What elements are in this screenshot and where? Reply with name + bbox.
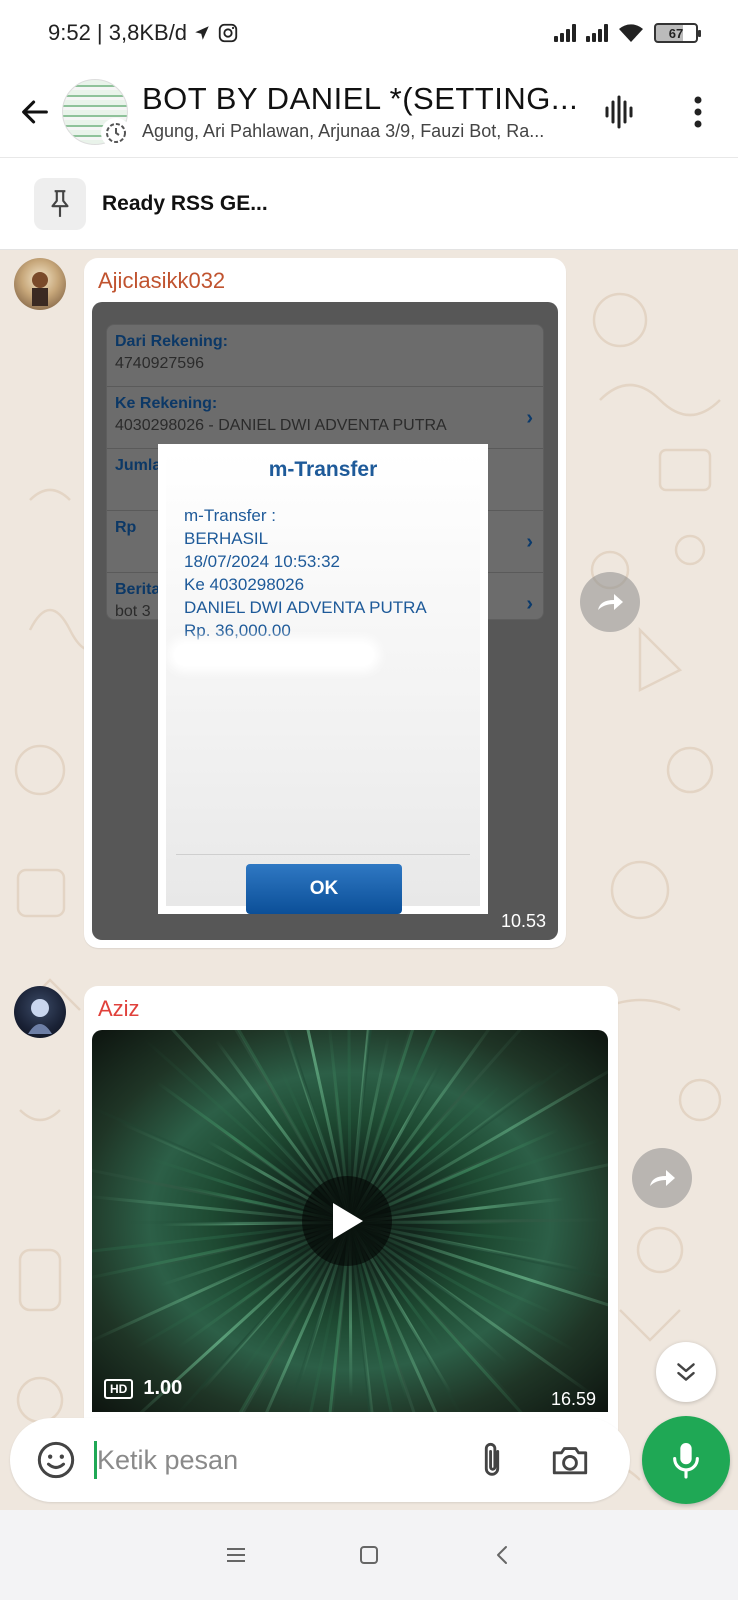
microphone-icon — [673, 1443, 699, 1479]
more-vertical-icon — [694, 96, 702, 127]
message-time: 16.59 — [550, 1389, 596, 1409]
play-icon — [333, 1203, 363, 1239]
message-bubble[interactable]: Aziz HD 1.00 16.59 — [84, 986, 618, 1466]
voice-chat-button[interactable] — [596, 88, 644, 136]
dialog-title: m-Transfer — [268, 458, 378, 481]
chat-area[interactable]: Ajiclasikk032 Dari Rekening: 4740927596 … — [0, 250, 738, 1510]
chevron-left-icon — [496, 1546, 507, 1564]
voice-record-button[interactable] — [642, 1416, 730, 1504]
status-time: 9:52 | 3,8KB/d — [48, 20, 188, 45]
camera-button[interactable] — [545, 1435, 595, 1485]
message-sender: Ajiclasikk032 — [98, 268, 226, 293]
divider — [176, 854, 470, 855]
forward-button[interactable] — [580, 572, 640, 632]
back-button[interactable] — [10, 87, 60, 137]
double-chevron-down-icon — [677, 1363, 695, 1381]
bank-row: Ke Rekening: 4030298026 - DANIEL DWI ADV… — [107, 387, 543, 449]
battery-icon: 67 — [654, 23, 701, 43]
pin-icon — [34, 177, 86, 230]
pinned-message-banner[interactable]: Ready RSS GE... — [0, 158, 738, 250]
signal-icon — [586, 24, 608, 42]
scroll-to-bottom-button[interactable] — [656, 1342, 716, 1402]
location-arrow-icon — [195, 26, 209, 40]
emoji-icon — [37, 1441, 75, 1479]
chevron-right-icon: › — [526, 531, 533, 553]
menu-nav-button[interactable] — [216, 1535, 256, 1575]
forward-icon — [598, 594, 623, 610]
disappearing-timer-icon — [101, 117, 131, 148]
group-members: Agung, Ari Pahlawan, Arjunaa 3/9, Fauzi … — [142, 121, 545, 141]
group-name: BOT BY DANIEL *(SETTING... — [142, 81, 579, 116]
sender-avatar[interactable] — [14, 258, 66, 310]
transfer-dialog: m-Transfer m-Transfer : BERHASIL 18/07/2… — [158, 444, 488, 914]
image-attachment[interactable]: Dari Rekening: 4740927596 Ke Rekening: 4… — [92, 302, 558, 940]
message-input[interactable] — [97, 1444, 467, 1476]
message-time: 10.53 — [500, 911, 546, 931]
home-nav-button[interactable] — [349, 1535, 389, 1575]
hd-badge: HD — [104, 1378, 134, 1399]
bank-row: Dari Rekening: 4740927596 — [107, 325, 543, 387]
group-avatar[interactable] — [62, 78, 131, 148]
video-streak — [349, 1062, 608, 1224]
play-button[interactable] — [302, 1176, 392, 1266]
emoji-button[interactable] — [26, 1430, 86, 1490]
message-bubble[interactable]: Ajiclasikk032 Dari Rekening: 4740927596 … — [84, 258, 566, 948]
camera-icon — [552, 1447, 588, 1475]
forward-icon — [650, 1170, 675, 1186]
arrow-left-icon — [22, 100, 48, 123]
paperclip-icon — [484, 1442, 500, 1476]
status-bar: 9:52 | 3,8KB/d 67 — [0, 0, 738, 66]
chevron-right-icon: › — [526, 407, 533, 429]
signal-icon — [554, 24, 576, 42]
video-info: HD 1.00 — [104, 1377, 182, 1400]
dialog-line: m-Transfer : — [184, 506, 276, 525]
dialog-line: Rp. 36,000.00 — [184, 621, 291, 640]
audio-wave-icon — [605, 95, 633, 128]
redacted-blur — [174, 644, 374, 666]
wifi-icon — [619, 24, 643, 42]
more-options-button[interactable] — [674, 88, 722, 136]
ok-button: OK — [246, 864, 402, 914]
back-nav-button[interactable] — [482, 1535, 522, 1575]
dialog-line: Ke 4030298026 — [184, 575, 305, 594]
attach-button[interactable] — [467, 1435, 517, 1485]
video-attachment[interactable]: HD 1.00 16.59 — [92, 1030, 608, 1412]
message-sender: Aziz — [98, 996, 140, 1021]
forward-button[interactable] — [632, 1148, 692, 1208]
chevron-right-icon: › — [526, 593, 533, 615]
menu-icon — [227, 1548, 246, 1562]
dialog-line: 18/07/2024 10:53:32 — [184, 552, 340, 571]
chat-header-info[interactable]: BOT BY DANIEL *(SETTING... Agung, Ari Pa… — [142, 81, 582, 142]
pinned-message-text: Ready RSS GE... — [102, 191, 268, 215]
dialog-line: DANIEL DWI ADVENTA PUTRA — [184, 598, 427, 617]
video-duration: 1.00 — [143, 1377, 183, 1399]
message-composer — [10, 1418, 630, 1502]
dialog-line: BERHASIL — [184, 529, 269, 548]
system-nav-bar — [0, 1510, 738, 1600]
instagram-icon — [218, 23, 238, 43]
square-icon — [359, 1546, 378, 1564]
sender-avatar[interactable] — [14, 986, 66, 1038]
chat-header: BOT BY DANIEL *(SETTING... Agung, Ari Pa… — [0, 66, 738, 158]
